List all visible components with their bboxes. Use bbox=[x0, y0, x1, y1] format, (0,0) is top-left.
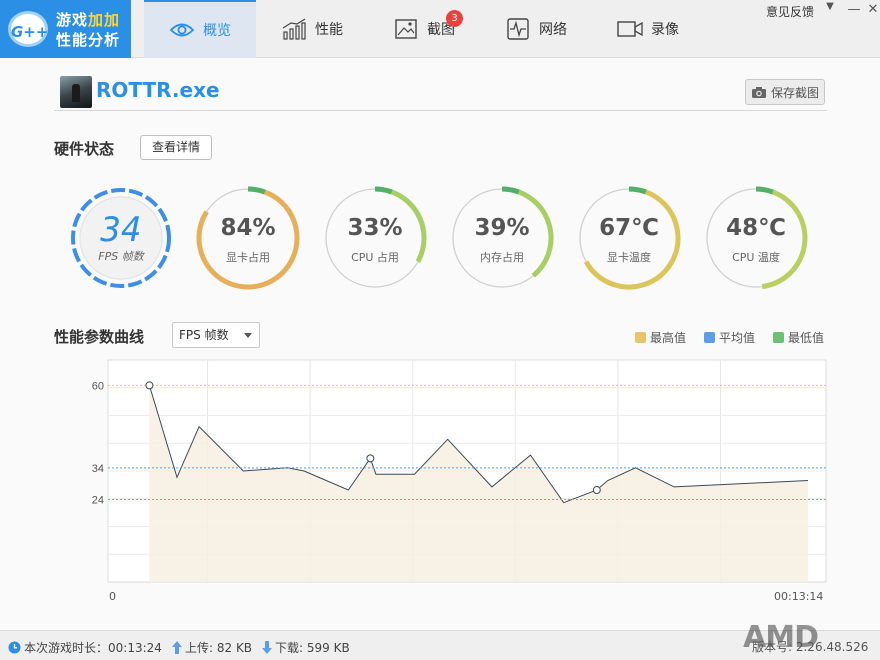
y-tick-label: 34 bbox=[92, 463, 104, 475]
fps-marker bbox=[366, 454, 375, 463]
y-tick-label: 60 bbox=[92, 380, 104, 392]
download-text: 下载: 599 KB bbox=[275, 641, 350, 655]
fps-marker bbox=[145, 381, 154, 390]
upload-arrow-icon bbox=[172, 641, 182, 654]
version-text: 版本号: 2.26.48.526 bbox=[752, 640, 869, 654]
download-arrow-icon bbox=[262, 641, 272, 654]
playtime-text: 本次游戏时长：00:13:24 bbox=[24, 641, 162, 655]
upload-stat: 上传: 82 KB bbox=[172, 639, 252, 656]
fps-chart: 60 34 24 bbox=[92, 359, 827, 583]
y-tick-label: 24 bbox=[92, 495, 104, 507]
time-start-label: 0 bbox=[109, 590, 116, 603]
time-end-label: 00:13:14 bbox=[774, 590, 824, 603]
playtime-stat: 本次游戏时长：00:13:24 bbox=[8, 639, 162, 656]
upload-text: 上传: 82 KB bbox=[185, 641, 253, 655]
fps-marker bbox=[592, 486, 601, 495]
clock-icon bbox=[8, 641, 21, 654]
download-stat: 下载: 599 KB bbox=[262, 639, 350, 656]
